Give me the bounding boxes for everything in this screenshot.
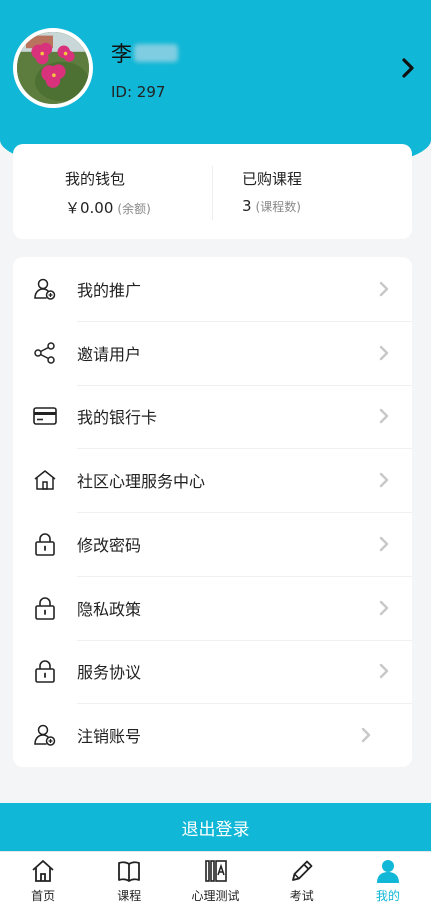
tab-label: 课程 (117, 889, 142, 903)
wallet-title: 我的钱包 (65, 170, 126, 188)
tab-label: 考试 (289, 889, 314, 903)
menu-label: 邀请用户 (77, 344, 142, 364)
user-name: 李 (111, 38, 178, 68)
tab-label: 我的 (375, 889, 400, 903)
avatar-flower-image (17, 32, 89, 104)
menu-label: 隐私政策 (77, 599, 142, 619)
stats-divider (212, 166, 213, 220)
user-plus-icon (32, 722, 58, 748)
courses-stat[interactable]: 已购课程 3 (课程数) (242, 168, 302, 215)
home-icon (30, 858, 56, 884)
bank-card-icon (32, 403, 58, 429)
menu-item-bank-card[interactable]: 我的银行卡 (13, 384, 412, 449)
wallet-balance: ￥0.00 (65, 199, 114, 217)
chevron-right-icon (379, 281, 389, 297)
avatar[interactable] (13, 28, 93, 108)
tab-exam[interactable]: 考试 (259, 852, 345, 904)
chevron-right-icon (379, 345, 389, 360)
courses-count: 3 (242, 197, 252, 215)
tab-psych-test[interactable]: 心理测试 (172, 852, 258, 904)
menu-label: 服务协议 (77, 663, 142, 683)
user-id: ID: 297 (111, 83, 166, 101)
tab-label: 心理测试 (191, 889, 240, 903)
person-icon (375, 858, 401, 884)
test-book-icon (203, 858, 229, 884)
tab-mine[interactable]: 我的 (345, 852, 431, 904)
lock-icon (32, 531, 58, 557)
menu-item-change-password[interactable]: 修改密码 (13, 512, 412, 576)
menu-item-privacy-policy[interactable]: 隐私政策 (13, 575, 412, 640)
share-icon (32, 340, 58, 366)
menu-item-invite-users[interactable]: 邀请用户 (13, 320, 412, 385)
menu-item-my-promotion[interactable]: 我的推广 (13, 257, 412, 321)
tab-home[interactable]: 首页 (0, 852, 86, 904)
bottom-tab-bar: 首页 课程 心理测试 考试 我的 (0, 851, 431, 904)
chevron-right-icon (379, 536, 389, 552)
menu-label: 我的推广 (77, 280, 142, 300)
logout-button[interactable]: 退出登录 (0, 803, 431, 851)
courses-unit: (课程数) (255, 200, 301, 214)
wallet-value-row: ￥0.00 (余额) (65, 197, 151, 218)
stats-card: 我的钱包 ￥0.00 (余额) 已购课程 3 (课程数) (13, 144, 412, 239)
menu-label: 社区心理服务中心 (77, 472, 206, 492)
chevron-right-icon (379, 600, 389, 615)
menu-item-service-agreement[interactable]: 服务协议 (13, 639, 412, 704)
menu-label: 修改密码 (77, 535, 142, 555)
chevron-right-icon[interactable] (398, 56, 418, 80)
chevron-right-icon (379, 409, 389, 424)
lock-icon (32, 595, 58, 621)
menu-list: 我的推广 邀请用户 我的银行卡 社区心理服务中心 修改密码 隐私政策 服务协议 … (13, 257, 412, 767)
pencil-icon (289, 858, 315, 884)
tab-courses[interactable]: 课程 (86, 852, 172, 904)
profile-header[interactable]: 李 ID: 297 (13, 28, 418, 108)
chevron-right-icon (379, 472, 389, 488)
house-icon (32, 467, 58, 493)
menu-item-delete-account[interactable]: 注销账号 (13, 703, 412, 767)
courses-value-row: 3 (课程数) (242, 197, 302, 215)
menu-item-community-center[interactable]: 社区心理服务中心 (13, 448, 412, 512)
book-icon (116, 858, 142, 884)
wallet-stat[interactable]: 我的钱包 ￥0.00 (余额) (65, 168, 151, 218)
chevron-right-icon (361, 727, 371, 743)
menu-label: 我的银行卡 (77, 408, 158, 428)
lock-icon (32, 658, 58, 684)
user-plus-icon (32, 276, 58, 302)
chevron-right-icon (379, 664, 389, 679)
courses-title: 已购课程 (242, 170, 303, 188)
name-redaction (134, 44, 178, 62)
wallet-unit: (余额) (117, 202, 151, 216)
tab-label: 首页 (31, 889, 56, 903)
menu-label: 注销账号 (77, 727, 142, 747)
